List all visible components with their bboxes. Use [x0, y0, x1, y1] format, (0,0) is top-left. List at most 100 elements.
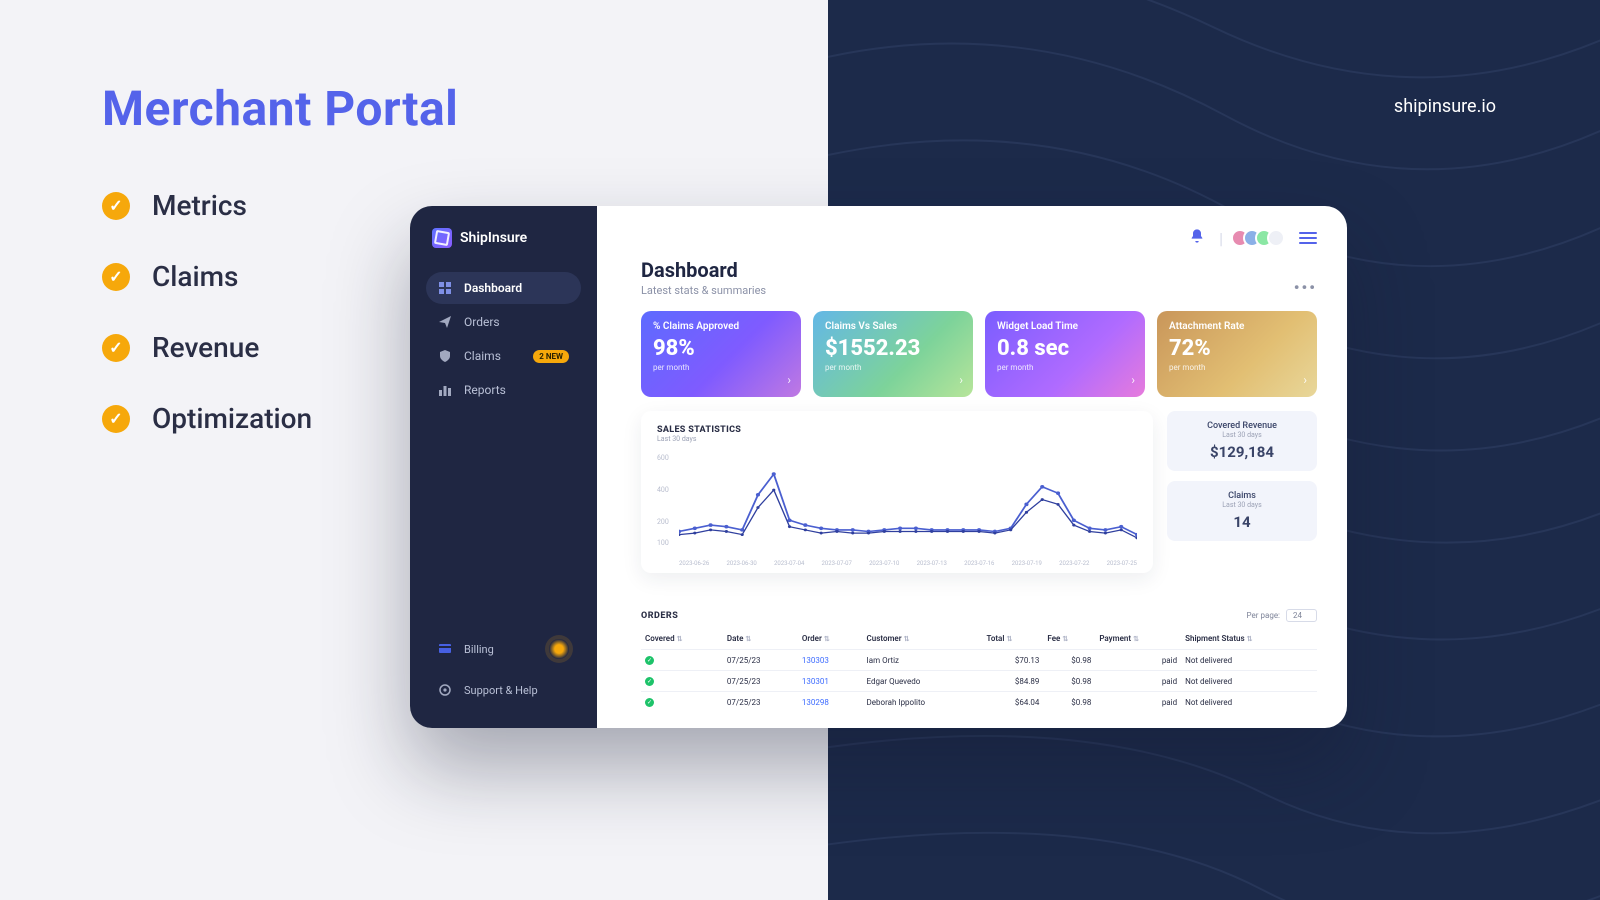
kebab-icon[interactable]: •••: [1294, 278, 1317, 297]
table-head: Covered⇅Date⇅Order⇅Customer⇅Total⇅Fee⇅Pa…: [641, 628, 1317, 650]
chevron-right-icon: ›: [787, 373, 791, 387]
sidebar-item-dashboard[interactable]: Dashboard: [426, 272, 581, 304]
x-tick: 2023-07-22: [1059, 560, 1089, 567]
y-tick: 600: [657, 454, 669, 462]
stat-card-attachment-rate[interactable]: Attachment Rate 72% per month ›: [1157, 311, 1317, 397]
table-col[interactable]: Order⇅: [798, 628, 863, 650]
order-link[interactable]: 130301: [802, 677, 829, 686]
chevron-right-icon: ›: [1303, 373, 1307, 387]
bullet-label: Metrics: [152, 189, 247, 222]
x-tick: 2023-07-13: [917, 560, 947, 567]
card-value: 72%: [1169, 336, 1305, 361]
covered-icon: ✓: [645, 677, 654, 686]
table-col[interactable]: Total⇅: [983, 628, 1044, 650]
table-col[interactable]: Covered⇅: [641, 628, 723, 650]
stat-card-widget-load[interactable]: Widget Load Time 0.8 sec per month ›: [985, 311, 1145, 397]
card-icon: [438, 642, 452, 656]
table-col[interactable]: Payment⇅: [1095, 628, 1181, 650]
y-tick: 200: [657, 518, 669, 526]
stat-label: Covered Revenue: [1173, 421, 1311, 431]
sidebar-item-billing[interactable]: Billing: [426, 630, 581, 668]
per-page-label: Per page:: [1247, 611, 1280, 620]
sales-svg: [679, 449, 1137, 553]
avatar-more: [1267, 229, 1285, 247]
order-link[interactable]: 130298: [802, 698, 829, 707]
table-col[interactable]: Customer⇅: [863, 628, 983, 650]
sidebar-item-label: Support & Help: [464, 684, 538, 697]
chevron-right-icon: ›: [1131, 373, 1135, 387]
y-tick: 100: [657, 539, 669, 547]
menu-icon[interactable]: [1299, 232, 1317, 244]
card-unit: per month: [997, 363, 1133, 372]
check-icon: ✓: [102, 263, 130, 291]
sales-chart: 600 400 200 100 2023-06-262023-06-302023…: [657, 449, 1137, 567]
per-page: Per page: 24: [1247, 609, 1317, 622]
table-row[interactable]: ✓07/25/23130298Deborah Ippolito$64.04$0.…: [641, 692, 1317, 713]
pulse-icon: [549, 639, 569, 659]
y-tick: 400: [657, 486, 669, 494]
dashboard-window: ShipInsure Dashboard Orders Claims 2 NEW…: [410, 206, 1347, 728]
page-subtitle: Latest stats & summaries: [641, 284, 766, 297]
x-tick: 2023-06-30: [727, 560, 757, 567]
sidebar-item-support[interactable]: Support & Help: [426, 674, 581, 706]
stat-value: 14: [1173, 513, 1311, 531]
sales-title: SALES STATISTICS: [657, 425, 1137, 435]
stat-covered-revenue: Covered Revenue Last 30 days $129,184: [1167, 411, 1317, 471]
bullet-label: Optimization: [152, 402, 312, 435]
card-title: Widget Load Time: [997, 321, 1133, 332]
help-icon: [438, 683, 452, 697]
card-unit: per month: [653, 363, 789, 372]
x-tick: 2023-07-25: [1107, 560, 1137, 567]
table-col[interactable]: Shipment Status⇅: [1181, 628, 1317, 650]
grid-icon: [438, 281, 452, 295]
stat-card-claims-approved[interactable]: % Claims Approved 98% per month ›: [641, 311, 801, 397]
sidebar-item-label: Reports: [464, 383, 506, 397]
x-tick: 2023-07-19: [1012, 560, 1042, 567]
covered-icon: ✓: [645, 698, 654, 707]
new-badge: 2 NEW: [533, 350, 569, 363]
stat-sub: Last 30 days: [1173, 431, 1311, 439]
table-col[interactable]: Fee⇅: [1043, 628, 1095, 650]
per-page-select[interactable]: 24: [1286, 609, 1317, 622]
page-header: Dashboard Latest stats & summaries: [641, 258, 766, 297]
sales-panel: SALES STATISTICS Last 30 days 600 400 20…: [641, 411, 1153, 573]
sidebar-item-label: Dashboard: [464, 281, 522, 295]
sidebar-item-label: Orders: [464, 315, 500, 329]
side-stats: Covered Revenue Last 30 days $129,184 Cl…: [1167, 411, 1317, 573]
check-icon: ✓: [102, 334, 130, 362]
bell-icon[interactable]: [1189, 228, 1205, 248]
card-value: $1552.23: [825, 336, 961, 361]
main: | Dashboard Latest stats & summaries •••…: [597, 206, 1347, 728]
sidebar-item-claims[interactable]: Claims 2 NEW: [426, 340, 581, 372]
avatar-stack[interactable]: [1237, 229, 1285, 247]
check-icon: ✓: [102, 405, 130, 433]
x-tick: 2023-07-10: [869, 560, 899, 567]
bullet-label: Revenue: [152, 331, 259, 364]
orders-table: Covered⇅Date⇅Order⇅Customer⇅Total⇅Fee⇅Pa…: [641, 628, 1317, 712]
sidebar-item-reports[interactable]: Reports: [426, 374, 581, 406]
sidebar-item-orders[interactable]: Orders: [426, 306, 581, 338]
card-value: 98%: [653, 336, 789, 361]
page-title: Dashboard: [641, 258, 766, 282]
orders-title: ORDERS: [641, 611, 678, 621]
app-logo[interactable]: ShipInsure: [426, 228, 581, 266]
bars-icon: [438, 383, 452, 397]
stat-card-claims-vs-sales[interactable]: Claims Vs Sales $1552.23 per month ›: [813, 311, 973, 397]
topbar: |: [641, 224, 1317, 252]
chevron-right-icon: ›: [959, 373, 963, 387]
sales-subtitle: Last 30 days: [657, 435, 1137, 443]
table-col[interactable]: Date⇅: [723, 628, 798, 650]
x-tick: 2023-07-07: [822, 560, 852, 567]
table-row[interactable]: ✓07/25/23130303Iam Ortiz$70.13$0.98paidN…: [641, 650, 1317, 671]
orders-section: ORDERS Per page: 24 Covered⇅Date⇅Order⇅C…: [641, 609, 1317, 712]
stat-claims: Claims Last 30 days 14: [1167, 481, 1317, 541]
logo-text: ShipInsure: [460, 230, 527, 246]
card-unit: per month: [1169, 363, 1305, 372]
table-row[interactable]: ✓07/25/23130301Edgar Quevedo$84.89$0.98p…: [641, 671, 1317, 692]
sidebar-item-label: Claims: [464, 349, 501, 363]
stat-label: Claims: [1173, 491, 1311, 501]
brand-link[interactable]: shipinsure.io: [1394, 96, 1496, 117]
card-title: Claims Vs Sales: [825, 321, 961, 332]
shield-icon: [438, 349, 452, 363]
order-link[interactable]: 130303: [802, 656, 829, 665]
